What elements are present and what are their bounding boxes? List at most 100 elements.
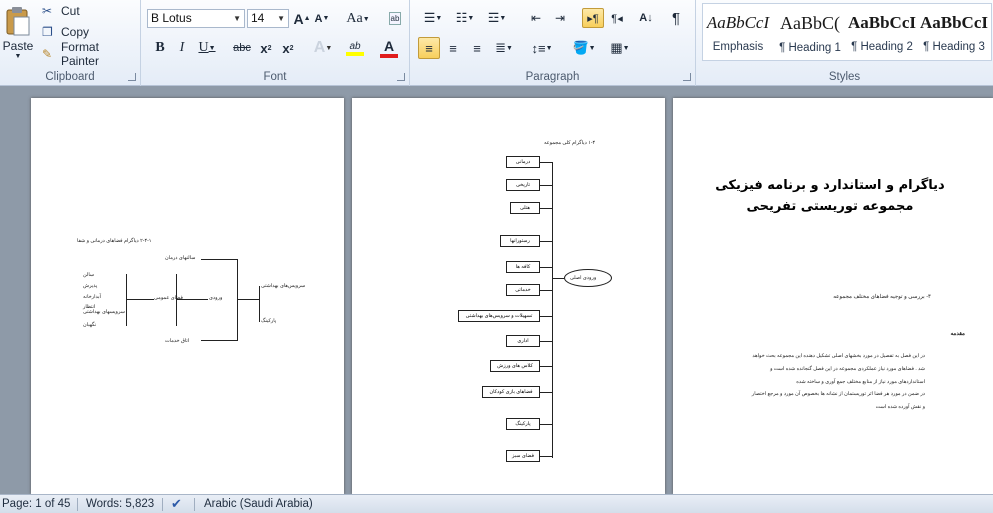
paragraph-group: ☰ ▼ ☷ ▼ ☲ ▼ ⇤ ⇥ ▸¶ ¶◂ A↓ ¶ ≡ ≡ ≡ ≣ ▼ ↕≡ … [410, 0, 696, 86]
diagram-title: ۲-۴-۱ دیاگرام فضاهای درمانی و شفا [77, 238, 152, 244]
chevron-down-icon: ▼ [277, 14, 285, 23]
font-color-button[interactable]: A [375, 37, 403, 59]
format-painter-button[interactable]: ✎ Format Painter [42, 40, 140, 68]
connector-line [540, 241, 552, 242]
justify-icon: ≣ [495, 40, 506, 55]
diagram-label: سرویس‌های بهداشتی [261, 283, 306, 289]
copy-button[interactable]: ❐ Copy [42, 24, 89, 40]
shading-button[interactable]: 🪣 ▼ [570, 37, 598, 59]
connector-line [201, 340, 237, 341]
rtl-button[interactable]: ¶◂ [606, 8, 628, 28]
clipboard-group: Paste ▼ ✂ Cut ❐ Copy ✎ Format Painter Cl… [0, 0, 141, 86]
font-group-label: Font [263, 71, 287, 83]
style-heading-2[interactable]: AaBbCcI ¶ Heading 2 [846, 5, 918, 61]
clear-formatting-button[interactable]: ab [385, 8, 405, 28]
align-left-button[interactable]: ≡ [418, 37, 440, 59]
diagram-label: ورودی [209, 295, 223, 301]
borders-button[interactable]: ▦ ▼ [606, 37, 634, 59]
connector-line [237, 299, 259, 300]
diagram-label: سالنهای درمان [165, 255, 196, 261]
chevron-down-icon: ▼ [233, 14, 241, 23]
diagram-node: اداری [506, 335, 540, 347]
numbered-list-icon: ☷ [455, 10, 468, 25]
paste-button[interactable]: Paste ▼ [2, 2, 34, 64]
right-to-left-icon: ¶◂ [611, 12, 623, 25]
decrease-indent-button[interactable]: ⇤ [526, 8, 546, 28]
subscript-button[interactable]: x2 [257, 38, 275, 58]
word-count[interactable]: Words: 5,823 [86, 498, 154, 510]
highlighter-icon: ab [349, 40, 361, 52]
style-heading-3[interactable]: AaBbCcI ¶ Heading 3 [918, 5, 990, 61]
ribbon: Paste ▼ ✂ Cut ❐ Copy ✎ Format Painter Cl… [0, 0, 993, 86]
decrease-indent-icon: ⇤ [530, 11, 542, 25]
style-preview: AaBbCcI [919, 13, 988, 32]
bullets-button[interactable]: ☰ ▼ [420, 8, 446, 28]
style-heading-1[interactable]: AaBbC( ¶ Heading 1 [774, 5, 846, 61]
connector-line [201, 259, 237, 260]
style-name: ¶ Heading 3 [923, 41, 985, 53]
italic-button[interactable]: I [173, 38, 191, 58]
bold-button[interactable]: B [151, 38, 169, 58]
copy-label: Copy [61, 25, 90, 39]
font-color-icon: A [383, 38, 395, 54]
multilevel-list-button[interactable]: ☲ ▼ [484, 8, 510, 28]
connector-line [540, 208, 552, 209]
language-indicator[interactable]: Arabic (Saudi Arabia) [204, 498, 313, 510]
page-count[interactable]: Page: 1 of 45 [2, 498, 70, 510]
connector-line [540, 341, 552, 342]
justify-button[interactable]: ≣ ▼ [490, 37, 518, 59]
change-case-button[interactable]: Aa ▼ [345, 9, 371, 28]
line-spacing-button[interactable]: ↕≡ ▼ [528, 37, 556, 59]
dialog-launcher-icon[interactable] [128, 73, 136, 81]
format-painter-label: Format Painter [60, 40, 99, 68]
superscript-button[interactable]: x2 [279, 38, 297, 58]
sort-button[interactable]: A↓ [636, 8, 656, 28]
connector-line [540, 392, 552, 393]
style-preview: AaBbCcI [706, 13, 770, 32]
text-effects-button[interactable]: A ▼ [311, 38, 335, 58]
increase-indent-button[interactable]: ⇥ [550, 8, 570, 28]
dialog-launcher-icon[interactable] [397, 73, 405, 81]
document-page[interactable]: دیاگرام و استاندارد و برنامه فیزیکی مجمو… [673, 98, 993, 494]
style-name: ¶ Heading 2 [851, 41, 913, 53]
shrink-font-button[interactable]: A ▼ [313, 9, 331, 28]
grow-font-button[interactable]: A ▲ [293, 9, 311, 28]
strikethrough-button[interactable]: abc [231, 38, 253, 58]
align-left-icon: ≡ [425, 40, 433, 56]
diagram-node: فضاهای بازی کودکان [482, 386, 540, 398]
align-center-icon: ≡ [449, 40, 457, 56]
center-node-label: ورودی اصلی [570, 275, 597, 281]
proofing-icon[interactable]: ✔ [171, 496, 182, 512]
cut-button[interactable]: ✂ Cut [42, 3, 80, 19]
numbering-button[interactable]: ☷ ▼ [452, 8, 478, 28]
font-name-combo[interactable]: B Lotus ▼ [147, 9, 245, 28]
paintbrush-icon: ✎ [42, 47, 53, 61]
style-emphasis[interactable]: AaBbCcI Emphasis [702, 5, 774, 61]
dialog-launcher-icon[interactable] [683, 73, 691, 81]
connector-line [540, 185, 552, 186]
document-area[interactable]: ۲-۴-۱ دیاگرام فضاهای درمانی و شفا سالن پ… [0, 86, 993, 494]
connector-line [540, 424, 552, 425]
highlight-button[interactable]: ab [341, 37, 369, 59]
diagram-node: کافه ها [506, 261, 540, 273]
connector-line [259, 286, 260, 322]
diagram-title: ۱-۴ دیاگرام کلی مجموعه [544, 140, 596, 146]
show-marks-button[interactable]: ¶ [666, 8, 686, 28]
status-divider [194, 498, 195, 511]
line-spacing-icon: ↕≡ [531, 40, 546, 56]
align-center-button[interactable]: ≡ [442, 37, 464, 59]
align-right-icon: ≡ [473, 40, 481, 56]
sort-icon: A↓ [639, 12, 653, 24]
document-page[interactable]: ۲-۴-۱ دیاگرام فضاهای درمانی و شفا سالن پ… [31, 98, 344, 494]
underline-button[interactable]: U ▼ [195, 38, 219, 58]
ltr-button[interactable]: ▸¶ [582, 8, 604, 28]
body-paragraph: استانداردهای مورد نیاز از منابع مختلف جم… [796, 379, 925, 385]
align-right-button[interactable]: ≡ [466, 37, 488, 59]
font-size-combo[interactable]: 14 ▼ [247, 9, 289, 28]
title-line-1: دیاگرام و استاندارد و برنامه فیزیکی [715, 178, 945, 193]
diagram-label: سرویسهای بهداشتی [83, 309, 125, 315]
connector-line [540, 267, 552, 268]
document-page[interactable]: ۱-۴ دیاگرام کلی مجموعه درمانی تاریخی هتلی ر… [352, 98, 665, 494]
chevron-down-icon: ▼ [14, 53, 22, 60]
connector-line [176, 299, 208, 300]
